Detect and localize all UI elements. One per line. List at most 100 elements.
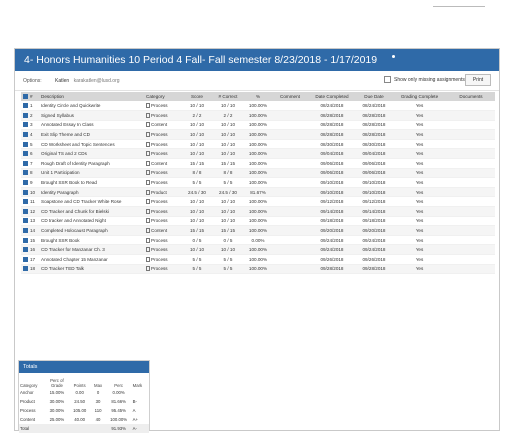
table-row[interactable]: 12 CD Tracker and Chunk for Bielski Proces… bbox=[21, 206, 495, 217]
assignment-description[interactable]: Brought SSR Book bbox=[39, 235, 144, 246]
assignment-description[interactable]: Annotated Essay In Class bbox=[39, 120, 144, 131]
assignment-description[interactable]: Annotated Chapter 15 Manzanar bbox=[39, 254, 144, 265]
expand-row-icon[interactable] bbox=[23, 160, 28, 166]
expand-row-icon[interactable] bbox=[23, 122, 28, 128]
col-date-completed[interactable]: Date Completed bbox=[308, 92, 356, 101]
row-number[interactable]: 8 bbox=[21, 168, 39, 179]
col-percent[interactable]: % bbox=[244, 92, 272, 101]
col-score[interactable]: Score bbox=[182, 92, 212, 101]
expand-row-icon[interactable] bbox=[23, 199, 28, 205]
expand-all-icon[interactable] bbox=[23, 94, 28, 99]
row-number[interactable]: 13 bbox=[21, 216, 39, 227]
col-comment[interactable]: Comment bbox=[272, 92, 308, 101]
expand-row-icon[interactable] bbox=[23, 180, 28, 186]
category-icon bbox=[146, 256, 150, 262]
assignment-documents bbox=[447, 264, 495, 275]
table-row[interactable]: 14 Completed Holocaust Paragraph Content 15… bbox=[21, 225, 495, 236]
table-row[interactable]: 3 Annotated Essay In Class Content 10 / 10 1… bbox=[21, 120, 495, 131]
table-row[interactable]: 6 Original TS and 2 CDs Process 10 / 10 10 /… bbox=[21, 148, 495, 160]
assignment-percent: 100.00% bbox=[244, 120, 272, 131]
row-number[interactable]: 15 bbox=[21, 235, 39, 246]
expand-row-icon[interactable] bbox=[23, 208, 28, 214]
row-number[interactable]: 17 bbox=[21, 254, 39, 265]
expand-row-icon[interactable] bbox=[23, 237, 28, 243]
assignment-description[interactable]: Brought SSR Book to Read bbox=[39, 177, 144, 188]
totals-row: Process 30.00% 105.00 110 95.45% A bbox=[19, 406, 149, 415]
col-correct[interactable]: # Correct bbox=[212, 92, 244, 101]
table-row[interactable]: 4 Exit Slip Theme and CD Process 10 / 10 10 … bbox=[21, 129, 495, 140]
row-number[interactable]: 12 bbox=[21, 206, 39, 217]
row-number[interactable]: 3 bbox=[21, 120, 39, 131]
assignment-description[interactable]: CD Tracker for Manzanar Ch. 3 bbox=[39, 244, 144, 255]
assignment-description[interactable]: Identity Circle and Quickwrite bbox=[39, 101, 144, 112]
menu-dot-icon[interactable] bbox=[392, 55, 396, 58]
table-row[interactable]: 2 Signed Syllabus Process 2 / 22 / 2 100.00%… bbox=[21, 110, 495, 121]
table-row[interactable]: 9 Brought SSR Book to Read Process 5 / 55 /… bbox=[21, 177, 495, 188]
assignment-grading-complete: Yes bbox=[392, 216, 447, 227]
expand-row-icon[interactable] bbox=[23, 266, 28, 272]
expand-row-icon[interactable] bbox=[23, 228, 28, 234]
col-documents[interactable]: Documents bbox=[447, 92, 495, 101]
expand-row-icon[interactable] bbox=[23, 151, 28, 157]
print-button[interactable]: Print bbox=[465, 74, 491, 86]
table-row[interactable]: 8 Unit 1 Participation Process 8 / 88 / 8 10… bbox=[21, 168, 495, 179]
row-number[interactable]: 4 bbox=[21, 129, 39, 140]
col-description[interactable]: Description bbox=[39, 92, 144, 101]
expand-row-icon[interactable] bbox=[23, 218, 28, 224]
table-row[interactable]: 17 Annotated Chapter 15 Manzanar Process 5 … bbox=[21, 254, 495, 265]
assignment-due-date: 09/24/2018 bbox=[356, 235, 392, 246]
table-row[interactable]: 7 Rough Draft of Identity Paragraph Conten… bbox=[21, 158, 495, 169]
expand-row-icon[interactable] bbox=[23, 247, 28, 253]
expand-row-icon[interactable] bbox=[23, 132, 28, 138]
expand-row-icon[interactable] bbox=[23, 256, 28, 262]
expand-row-icon[interactable] bbox=[23, 103, 28, 109]
missing-only-checkbox[interactable] bbox=[384, 76, 391, 83]
table-row[interactable]: 5 CD Worksheet and Topic Sentences Process… bbox=[21, 139, 495, 150]
assignment-description[interactable]: Completed Holocaust Paragraph bbox=[39, 225, 144, 236]
row-number[interactable]: 9 bbox=[21, 177, 39, 188]
table-row[interactable]: 16 CD Tracker for Manzanar Ch. 3 Process 10… bbox=[21, 244, 495, 255]
expand-row-icon[interactable] bbox=[23, 112, 28, 118]
table-row[interactable]: 1 Identity Circle and Quickwrite Process 10… bbox=[21, 101, 495, 112]
row-number[interactable]: 2 bbox=[21, 110, 39, 121]
col-due-date[interactable]: Due Date bbox=[356, 92, 392, 101]
table-row[interactable]: 13 CD tracker and Annotated Night Process 1… bbox=[21, 216, 495, 227]
assignment-description[interactable]: CD tracker and Annotated Night bbox=[39, 216, 144, 227]
row-number[interactable]: 1 bbox=[21, 101, 39, 112]
assignment-description[interactable]: Soapstone and CD Tracker White Rose bbox=[39, 196, 144, 208]
col-grading-complete[interactable]: Grading Complete bbox=[392, 92, 447, 101]
expand-row-icon[interactable] bbox=[23, 141, 28, 147]
assignment-description[interactable]: CD Tracker TED Talk bbox=[39, 264, 144, 275]
course-header: 4- Honors Humanities 10 Period 4 Fall- F… bbox=[15, 49, 499, 71]
table-row[interactable]: 10 Identity Paragraph Product 24.5 / 30 24.5… bbox=[21, 187, 495, 198]
assignment-description[interactable]: CD Tracker and Chunk for Bielski bbox=[39, 206, 144, 217]
table-row[interactable]: 15 Brought SSR Book Process 0 / 50 / 5 0.00%… bbox=[21, 235, 495, 246]
assignment-description[interactable]: Rough Draft of Identity Paragraph bbox=[39, 158, 144, 169]
assignment-percent: 100.00% bbox=[244, 168, 272, 179]
table-row[interactable]: 18 CD Tracker TED Talk Process 5 / 55 / 5 10… bbox=[21, 264, 495, 275]
assignment-description[interactable]: CD Worksheet and Topic Sentences bbox=[39, 139, 144, 150]
assignment-documents bbox=[447, 244, 495, 255]
assignment-description[interactable]: Identity Paragraph bbox=[39, 187, 144, 198]
expand-row-icon[interactable] bbox=[23, 189, 28, 195]
assignment-due-date: 08/28/2018 bbox=[356, 120, 392, 131]
col-number[interactable]: # bbox=[21, 92, 39, 101]
category-icon bbox=[146, 170, 150, 176]
col-category[interactable]: Category bbox=[144, 92, 182, 101]
row-number[interactable]: 5 bbox=[21, 139, 39, 150]
row-number[interactable]: 18 bbox=[21, 264, 39, 275]
row-number[interactable]: 7 bbox=[21, 158, 39, 169]
totals-cell-pts: 0.00 bbox=[75, 390, 84, 395]
expand-row-icon[interactable] bbox=[23, 170, 28, 176]
row-number[interactable]: 14 bbox=[21, 225, 39, 236]
table-row[interactable]: 11 Soapstone and CD Tracker White Rose Pro… bbox=[21, 196, 495, 208]
assignment-description[interactable]: Unit 1 Participation bbox=[39, 168, 144, 179]
row-number[interactable]: 11 bbox=[21, 196, 39, 208]
assignment-description[interactable]: Exit Slip Theme and CD bbox=[39, 129, 144, 140]
row-number[interactable]: 16 bbox=[21, 244, 39, 255]
row-number[interactable]: 6 bbox=[21, 148, 39, 160]
assignment-description[interactable]: Original TS and 2 CDs bbox=[39, 148, 144, 160]
assignment-description[interactable]: Signed Syllabus bbox=[39, 110, 144, 121]
assignment-correct: 10 / 10 bbox=[212, 216, 244, 227]
row-number[interactable]: 10 bbox=[21, 187, 39, 198]
